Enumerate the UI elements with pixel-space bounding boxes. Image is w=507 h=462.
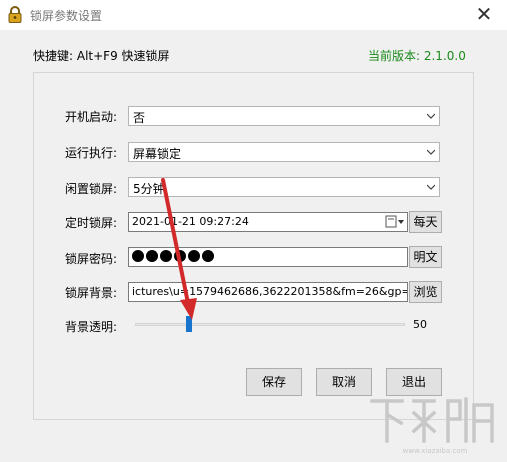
svg-text:www.xiazaiba.com: www.xiazaiba.com [403,447,468,455]
annotation-arrow [161,178,197,320]
watermark-logo: www.xiazaiba.com [370,397,494,455]
